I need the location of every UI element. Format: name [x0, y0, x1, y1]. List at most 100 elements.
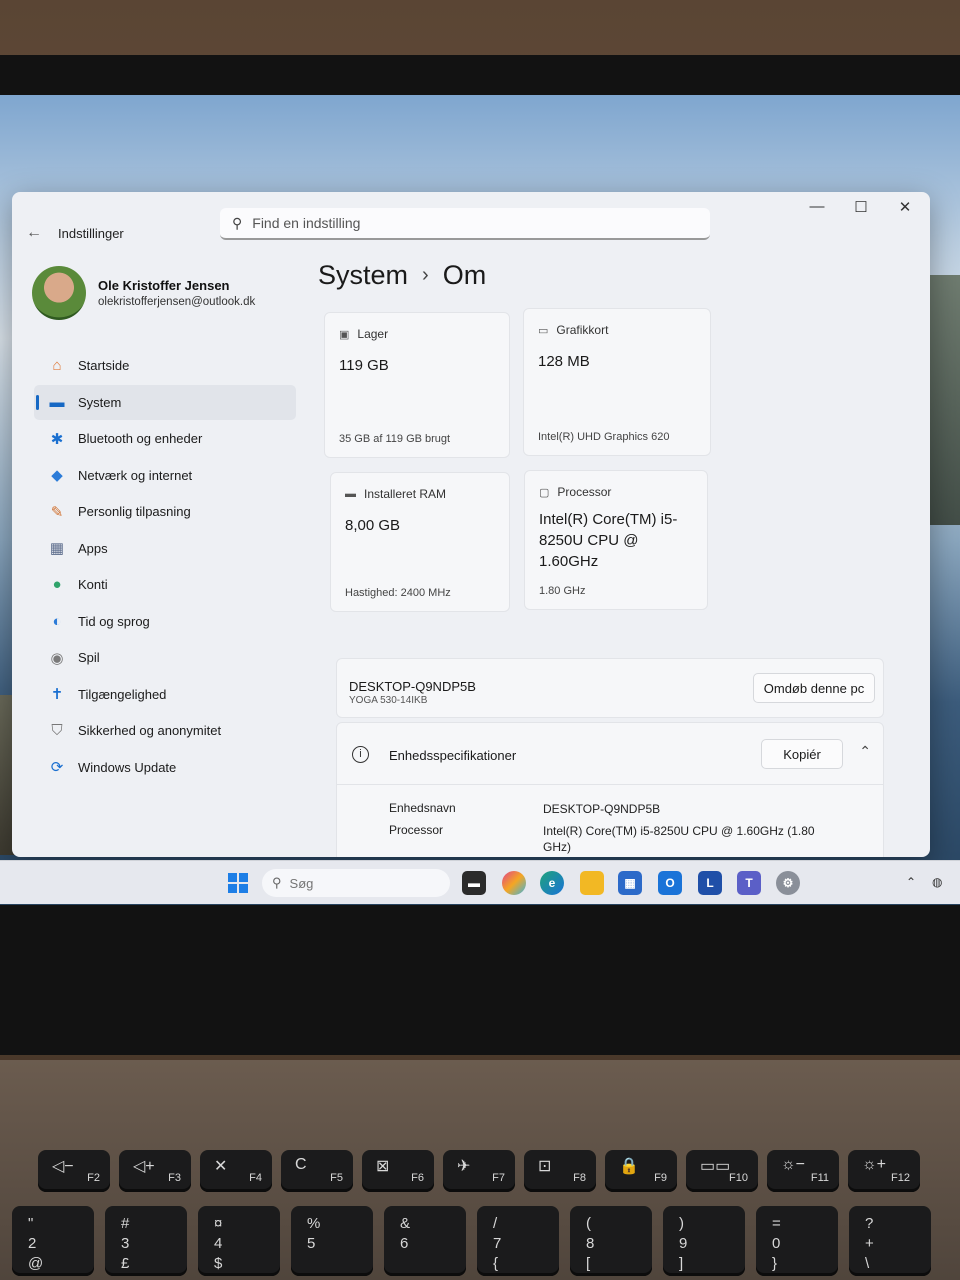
search-input[interactable]	[252, 215, 653, 231]
l-app-icon[interactable]: L	[698, 871, 722, 895]
taskbar-search[interactable]: ⚲	[262, 869, 450, 897]
key-number[interactable]: = 0 }	[756, 1206, 838, 1276]
key-symbol: ▭▭	[700, 1158, 731, 1175]
spec-row: Processor Intel(R) Core(TM) i5-8250U CPU …	[389, 823, 833, 855]
sidebar-item-personlig-tilpasning[interactable]: ✎ Personlig tilpasning	[34, 494, 296, 529]
profile-email: olekristofferjensen@outlook.dk	[98, 296, 256, 308]
sidebar-item-system[interactable]: ▬ System	[34, 384, 296, 420]
key-number[interactable]: " 2 @	[12, 1206, 94, 1276]
teams-icon[interactable]: T	[737, 871, 761, 895]
settings-search-box[interactable]: ⚲	[220, 208, 710, 240]
key-number[interactable]: ? + \	[849, 1206, 931, 1276]
cpu-icon: ▢	[539, 486, 550, 499]
sidebar-item-label: Netværk og internet	[78, 467, 193, 483]
sidebar-item-label: Sikkerhed og anonymitet	[78, 723, 222, 738]
key-f7[interactable]: ✈ F7	[443, 1150, 515, 1192]
home-icon: ⌂	[52, 357, 62, 374]
copy-button[interactable]: Kopiér	[761, 739, 843, 769]
key-label: F11	[810, 1172, 829, 1184]
key-number[interactable]: ( 8 [	[570, 1206, 652, 1276]
maximize-button[interactable]: ☐	[846, 198, 876, 216]
ram-title: Installeret RAM	[364, 487, 447, 501]
key-number[interactable]: % 5	[291, 1206, 373, 1276]
sidebar-item-konti[interactable]: ● Konti	[34, 567, 296, 602]
sidebar-item-label: Personlig tilpasning	[78, 504, 191, 519]
processor-card[interactable]: ▢ Processor Intel(R) Core(TM) i5-8250U CP…	[524, 470, 708, 610]
key-legend: ) 9 ]	[679, 1215, 688, 1272]
sidebar-item-spil[interactable]: ◉ Spil	[34, 640, 296, 675]
user-profile[interactable]: Ole Kristoffer Jensen olekristofferjense…	[32, 266, 255, 320]
processor-speed: 1.80 GHz	[539, 585, 586, 597]
minimize-button[interactable]: —	[802, 198, 832, 215]
network-icon[interactable]: ◍	[932, 875, 942, 889]
sidebar-item-tid-og-sprog[interactable]: ◐ Tid og sprog	[34, 604, 296, 639]
key-number[interactable]: / 7 {	[477, 1206, 559, 1276]
device-name-row: DESKTOP-Q9NDP5B YOGA 530-14IKB Omdøb den…	[336, 658, 884, 718]
sidebar-item-apps[interactable]: ▦ Apps	[34, 531, 296, 566]
device-specifications: i Enhedsspecifikationer Kopiér ⌃ Enhedsn…	[336, 722, 884, 857]
key-f11[interactable]: ☼− F11	[767, 1150, 839, 1192]
copilot-icon[interactable]	[502, 871, 526, 895]
file-explorer-icon[interactable]	[580, 871, 604, 895]
close-button[interactable]: ✕	[890, 198, 920, 216]
key-f3[interactable]: ◁+ F3	[119, 1150, 191, 1192]
sidebar-item-bluetooth-og-enheder[interactable]: ✱ Bluetooth og enheder	[34, 421, 296, 456]
key-number[interactable]: # 3 £	[105, 1206, 187, 1276]
windows-start-icon[interactable]	[228, 873, 248, 893]
spec-row: Enhedsnavn DESKTOP-Q9NDP5B	[389, 801, 833, 817]
key-f4[interactable]: ✕ F4	[200, 1150, 272, 1192]
sidebar-item-netværk-og-internet[interactable]: ◆ Netværk og internet	[34, 458, 296, 493]
edge-icon[interactable]: e	[540, 871, 564, 895]
store-icon[interactable]: ▦	[618, 871, 642, 895]
key-f6[interactable]: ⊠ F6	[362, 1150, 434, 1192]
sidebar-item-label: Spil	[78, 650, 100, 665]
spec-value: Intel(R) Core(TM) i5-8250U CPU @ 1.60GHz…	[543, 824, 815, 854]
sidebar-nav: ⌂ Startside ▬ System ✱ Bluetooth og enheder ◆ N…	[34, 348, 296, 786]
chevron-up-icon[interactable]: ⌃	[859, 743, 871, 760]
key-f8[interactable]: ⊡ F8	[524, 1150, 596, 1192]
key-number[interactable]: ) 9 ]	[663, 1206, 745, 1276]
back-arrow-icon[interactable]: ←	[26, 224, 42, 242]
settings-gear-icon[interactable]: ⚙	[776, 871, 800, 895]
graphics-adapter: Intel(R) UHD Graphics 620	[538, 431, 670, 443]
wifi-icon: ◆	[51, 467, 63, 484]
device-name: DESKTOP-Q9NDP5B	[349, 679, 476, 694]
taskbar-search-input[interactable]	[289, 875, 420, 891]
key-symbol: ✕	[214, 1158, 228, 1175]
key-label: F5	[330, 1172, 343, 1184]
sidebar-item-windows-update[interactable]: ⟳ Windows Update	[34, 750, 296, 785]
sidebar-item-tilgængelighed[interactable]: ✝ Tilgængelighed	[34, 677, 296, 712]
key-number[interactable]: ¤ 4 $	[198, 1206, 280, 1276]
sidebar-item-sikkerhed-og-anonymitet[interactable]: ⛉ Sikkerhed og anonymitet	[34, 713, 296, 748]
key-number[interactable]: & 6	[384, 1206, 466, 1276]
outlook-icon[interactable]: O	[658, 871, 682, 895]
ram-card[interactable]: ▬ Installeret RAM 8,00 GB Hastighed: 2400…	[330, 472, 510, 612]
key-label: F10	[729, 1172, 748, 1184]
key-legend: ( 8 [	[586, 1215, 595, 1272]
search-icon: ⚲	[232, 214, 243, 231]
sidebar-item-label: Windows Update	[78, 759, 177, 775]
spec-label: Processor	[389, 823, 444, 837]
accessibility-icon: ✝	[50, 686, 64, 703]
key-f2[interactable]: ◁− F2	[38, 1150, 110, 1192]
key-f5[interactable]: C F5	[281, 1150, 353, 1192]
sidebar-item-label: Konti	[78, 577, 108, 592]
breadcrumb-parent[interactable]: System	[318, 260, 408, 291]
key-f9[interactable]: 🔒 F9	[605, 1150, 677, 1192]
page-title: Om	[442, 260, 487, 290]
graphics-card[interactable]: ▭ Grafikkort 128 MB Intel(R) UHD Graphics…	[523, 308, 711, 456]
rename-pc-button[interactable]: Omdøb denne pc	[753, 673, 875, 703]
app-title: Indstillinger	[58, 226, 124, 241]
globe-clock-icon: ◐	[52, 612, 62, 630]
specs-header[interactable]: i Enhedsspecifikationer Kopiér ⌃	[337, 723, 883, 785]
key-label: F8	[573, 1172, 586, 1184]
chevron-up-icon[interactable]: ⌃	[906, 875, 916, 889]
task-view-icon[interactable]: ▬	[462, 871, 486, 895]
ram-speed: Hastighed: 2400 MHz	[345, 587, 451, 599]
key-f10[interactable]: ▭▭ F10	[686, 1150, 758, 1192]
key-f12[interactable]: ☼+ F12	[848, 1150, 920, 1192]
key-symbol: ◁−	[52, 1158, 74, 1175]
storage-card[interactable]: ▣ Lager 119 GB 35 GB af 119 GB brugt	[324, 312, 510, 458]
sidebar-item-startside[interactable]: ⌂ Startside	[34, 348, 296, 383]
key-symbol: C	[295, 1156, 307, 1173]
